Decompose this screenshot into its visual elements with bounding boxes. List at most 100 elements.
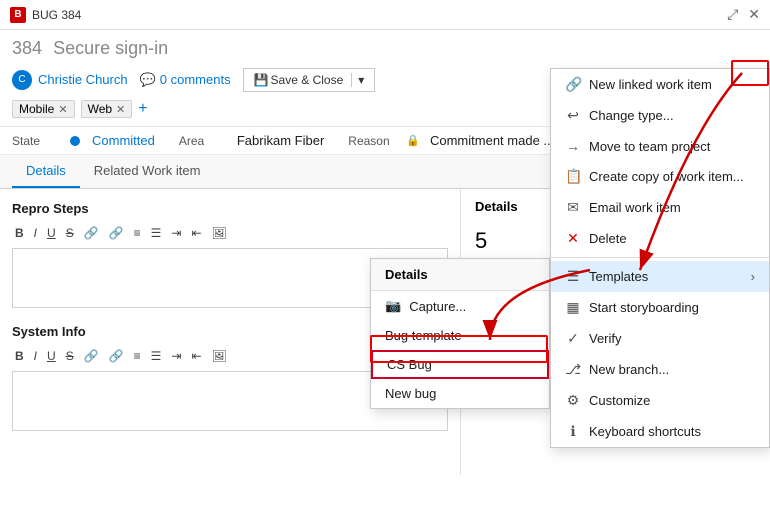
title-bar-label: BUG 384 — [32, 8, 81, 22]
submenu-capture-label: Capture... — [409, 299, 466, 314]
close-button[interactable]: ✕ — [748, 6, 760, 23]
image-button[interactable]: 🖼 — [209, 224, 230, 242]
menu-storyboard-label: Start storyboarding — [589, 300, 699, 315]
sys-image-button[interactable]: 🖼 — [209, 347, 230, 365]
menu-customize-label: Customize — [589, 393, 650, 408]
state-dot — [70, 136, 80, 146]
submenu-capture[interactable]: 📷 Capture... — [371, 291, 549, 321]
menu-new-branch-label: New branch... — [589, 362, 669, 377]
submenu-cs-bug[interactable]: CS Bug — [371, 350, 549, 379]
menu-storyboard[interactable]: ▦ Start storyboarding — [551, 292, 769, 323]
link2-button[interactable]: 🔗 — [106, 224, 127, 242]
templates-submenu: Details 📷 Capture... Bug template CS Bug… — [370, 258, 550, 409]
link-button[interactable]: 🔗 — [81, 224, 102, 242]
keyboard-icon: ℹ — [565, 423, 581, 440]
work-item-id: 384 — [12, 38, 42, 58]
repro-steps-toolbar: B I U S 🔗 🔗 ≡ ☰ ⇥ ⇤ 🖼 — [12, 224, 448, 242]
state-value: Committed — [92, 133, 155, 148]
list-bullet-button[interactable]: ≡ — [131, 224, 144, 242]
expand-button[interactable]: ⤢ — [727, 6, 738, 23]
submenu-cs-bug-label: CS Bug — [387, 357, 432, 372]
bold-button[interactable]: B — [12, 224, 27, 242]
list-number-button[interactable]: ☰ — [148, 224, 165, 242]
submenu-bug-template[interactable]: Bug template — [371, 321, 549, 350]
avatar: C — [12, 70, 32, 90]
comments-count: 0 comments — [160, 72, 231, 87]
menu-new-linked[interactable]: 🔗 New linked work item — [551, 69, 769, 100]
comments-button[interactable]: 💬 0 comments — [140, 72, 231, 88]
sys-outdent-button[interactable]: ⇤ — [188, 347, 204, 365]
author-name: Christie Church — [38, 72, 128, 87]
strikethrough-button[interactable]: S — [63, 224, 77, 242]
comment-icon: 💬 — [140, 72, 156, 88]
tab-related-work[interactable]: Related Work item — [80, 155, 215, 188]
sys-indent-button[interactable]: ⇥ — [168, 347, 184, 365]
indent-button[interactable]: ⇥ — [168, 224, 184, 242]
change-type-icon: ↩ — [565, 107, 581, 124]
menu-email[interactable]: ✉ Email work item — [551, 192, 769, 223]
tag-mobile-label: Mobile — [19, 102, 54, 116]
title-bar-left: B BUG 384 — [10, 7, 81, 23]
tag-web-label: Web — [88, 102, 112, 116]
sys-strikethrough-button[interactable]: S — [63, 347, 77, 365]
sys-link-button[interactable]: 🔗 — [81, 347, 102, 365]
templates-icon: ☰ — [565, 268, 581, 285]
submenu-new-bug[interactable]: New bug — [371, 379, 549, 408]
menu-copy-item-label: Create copy of work item... — [589, 169, 744, 184]
menu-templates[interactable]: ☰ Templates › — [551, 261, 769, 292]
sys-list-bullet-button[interactable]: ≡ — [131, 347, 144, 365]
menu-keyboard[interactable]: ℹ Keyboard shortcuts — [551, 416, 769, 447]
reason-value: Commitment made ... — [430, 133, 554, 148]
title-bar-right: ⤢ ✕ — [727, 6, 760, 23]
underline-button[interactable]: U — [44, 224, 59, 242]
lock-icon: 🔒 — [406, 134, 420, 147]
italic-button[interactable]: I — [31, 224, 40, 242]
title-bar: B BUG 384 ⤢ ✕ — [0, 0, 770, 30]
work-item-title: 384 Secure sign-in — [12, 38, 758, 59]
menu-new-branch[interactable]: ⎇ New branch... — [551, 354, 769, 385]
menu-new-linked-label: New linked work item — [589, 77, 712, 92]
tab-details[interactable]: Details — [12, 155, 80, 188]
add-tag-button[interactable]: + — [138, 100, 147, 118]
templates-chevron: › — [751, 269, 755, 284]
menu-change-type[interactable]: ↩ Change type... — [551, 100, 769, 131]
save-dropdown-arrow[interactable]: ▾ — [351, 73, 364, 87]
customize-icon: ⚙ — [565, 392, 581, 409]
submenu-bug-template-label: Bug template — [385, 328, 462, 343]
menu-verify[interactable]: ✓ Verify — [551, 323, 769, 354]
delete-icon: ✕ — [565, 230, 581, 247]
tag-web: Web ✕ — [81, 100, 133, 118]
area-label: Area — [179, 134, 229, 148]
sys-list-number-button[interactable]: ☰ — [148, 347, 165, 365]
sys-link2-button[interactable]: 🔗 — [106, 347, 127, 365]
submenu-title: Details — [371, 259, 549, 291]
reason-field: Reason 🔒 Commitment made ... — [348, 133, 554, 148]
author-area: C Christie Church — [12, 70, 128, 90]
sys-bold-button[interactable]: B — [12, 347, 27, 365]
repro-steps-title: Repro Steps — [12, 201, 448, 216]
tag-web-close[interactable]: ✕ — [116, 103, 125, 116]
save-close-button[interactable]: 💾 Save & Close ▾ — [243, 68, 376, 92]
save-close-label: Save & Close — [271, 73, 344, 87]
menu-email-label: Email work item — [589, 200, 681, 215]
branch-icon: ⎇ — [565, 361, 581, 378]
sys-underline-button[interactable]: U — [44, 347, 59, 365]
menu-copy-item[interactable]: 📋 Create copy of work item... — [551, 161, 769, 192]
move-project-icon: → — [565, 138, 581, 154]
menu-delete-label: Delete — [589, 231, 627, 246]
capture-icon: 📷 — [385, 298, 401, 314]
menu-templates-label: Templates — [589, 269, 648, 284]
outdent-button[interactable]: ⇤ — [188, 224, 204, 242]
new-linked-icon: 🔗 — [565, 76, 581, 93]
menu-verify-label: Verify — [589, 331, 622, 346]
menu-customize[interactable]: ⚙ Customize — [551, 385, 769, 416]
submenu-new-bug-label: New bug — [385, 386, 436, 401]
copy-item-icon: 📋 — [565, 168, 581, 185]
menu-delete[interactable]: ✕ Delete — [551, 223, 769, 254]
tag-mobile-close[interactable]: ✕ — [58, 103, 67, 116]
context-menu: 🔗 New linked work item ↩ Change type... … — [550, 68, 770, 448]
state-label: State — [12, 134, 62, 148]
sys-italic-button[interactable]: I — [31, 347, 40, 365]
menu-change-type-label: Change type... — [589, 108, 674, 123]
menu-move-project[interactable]: → Move to team project — [551, 131, 769, 161]
